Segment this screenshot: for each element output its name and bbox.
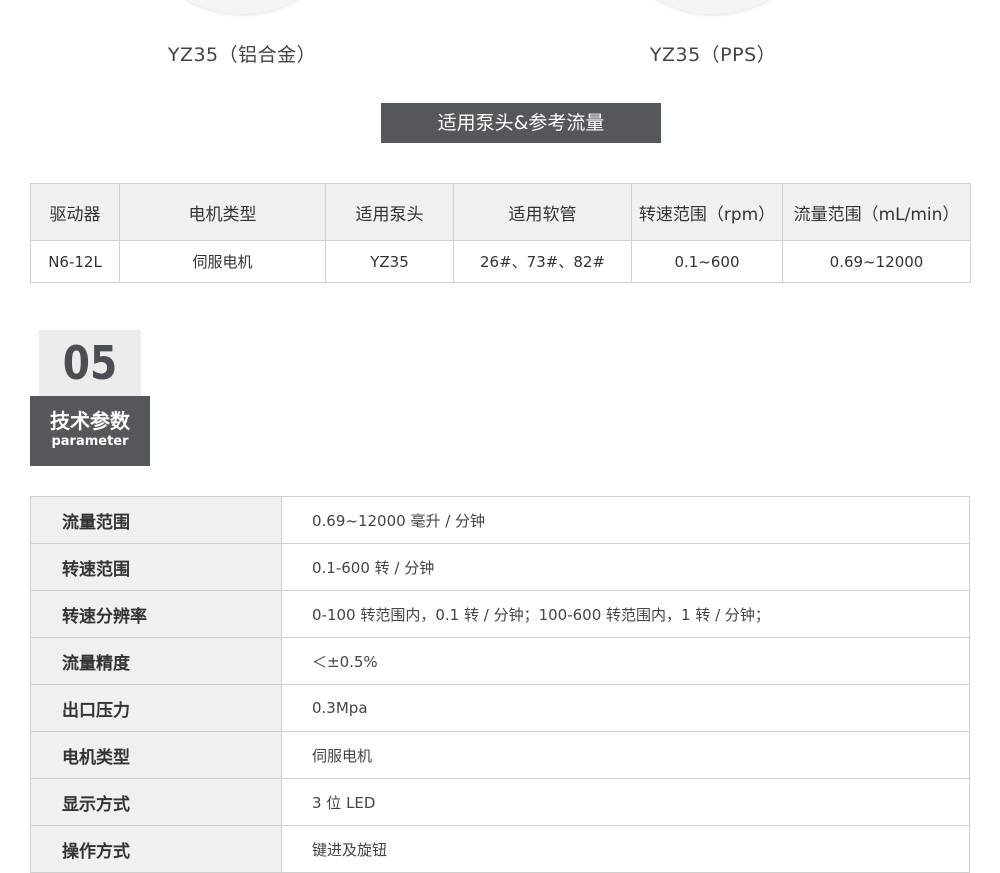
param-key: 转速范围 xyxy=(30,543,282,591)
table-cell: 0.69~12000 xyxy=(782,240,971,283)
table-row: 流量精度 ＜±0.5% xyxy=(30,637,970,685)
param-value: 0.69~12000 毫升 / 分钟 xyxy=(281,496,970,544)
table-header: 适用泵头 xyxy=(325,183,454,241)
param-key: 流量精度 xyxy=(30,637,282,685)
pump-flow-table: 驱动器 电机类型 适用泵头 适用软管 转速范围（rpm） 流量范围（mL/min… xyxy=(30,183,971,283)
table-row: 电机类型 伺服电机 xyxy=(30,731,970,779)
param-value: 伺服电机 xyxy=(281,731,970,779)
table-cell: 伺服电机 xyxy=(119,240,326,283)
section-badge-subtitle: parameter xyxy=(51,434,129,449)
param-value: ＜±0.5% xyxy=(281,637,970,685)
param-key: 转速分辨率 xyxy=(30,590,282,638)
pump-caption-pps: YZ35（PPS） xyxy=(649,44,777,66)
pump-image-aluminum xyxy=(130,0,354,14)
section-title: 适用泵头&参考流量 xyxy=(381,103,661,143)
param-value: 键进及旋钮 xyxy=(281,825,970,873)
table-cell: YZ35 xyxy=(325,240,454,283)
pump-caption-aluminum: YZ35（铝合金） xyxy=(167,44,317,66)
param-key: 电机类型 xyxy=(30,731,282,779)
param-key: 流量范围 xyxy=(30,496,282,544)
section-label: 技术参数 parameter xyxy=(30,396,150,466)
table-header: 流量范围（mL/min） xyxy=(782,183,971,241)
param-value: 0.1-600 转 / 分钟 xyxy=(281,543,970,591)
pump-image-pps xyxy=(601,0,825,14)
param-value: 0.3Mpa xyxy=(281,684,970,732)
table-row: N6-12L 伺服电机 YZ35 26#、73#、82# 0.1~600 0.6… xyxy=(30,240,971,283)
param-key: 显示方式 xyxy=(30,778,282,826)
param-value: 0-100 转范围内，0.1 转 / 分钟；100-600 转范围内，1 转 /… xyxy=(281,590,970,638)
parameter-table: 流量范围 0.69~12000 毫升 / 分钟 转速范围 0.1-600 转 /… xyxy=(30,496,970,873)
table-header: 驱动器 xyxy=(30,183,120,241)
table-cell: 0.1~600 xyxy=(631,240,783,283)
param-key: 操作方式 xyxy=(30,825,282,873)
table-row: 显示方式 3 位 LED xyxy=(30,778,970,826)
table-row: 出口压力 0.3Mpa xyxy=(30,684,970,732)
table-row: 流量范围 0.69~12000 毫升 / 分钟 xyxy=(30,496,970,544)
table-header: 适用软管 xyxy=(453,183,632,241)
table-header: 电机类型 xyxy=(119,183,326,241)
table-cell: 26#、73#、82# xyxy=(453,240,632,283)
table-row: 转速分辨率 0-100 转范围内，0.1 转 / 分钟；100-600 转范围内… xyxy=(30,590,970,638)
param-value: 3 位 LED xyxy=(281,778,970,826)
section-badge-title: 技术参数 xyxy=(50,409,130,433)
table-header: 转速范围（rpm） xyxy=(631,183,783,241)
table-row: 操作方式 键进及旋钮 xyxy=(30,825,970,873)
table-header-row: 驱动器 电机类型 适用泵头 适用软管 转速范围（rpm） 流量范围（mL/min… xyxy=(30,183,971,241)
table-cell: N6-12L xyxy=(30,240,120,283)
param-key: 出口压力 xyxy=(30,684,282,732)
section-number: 05 xyxy=(39,330,141,396)
table-row: 转速范围 0.1-600 转 / 分钟 xyxy=(30,543,970,591)
section-badge: 05 技术参数 parameter xyxy=(30,330,150,466)
